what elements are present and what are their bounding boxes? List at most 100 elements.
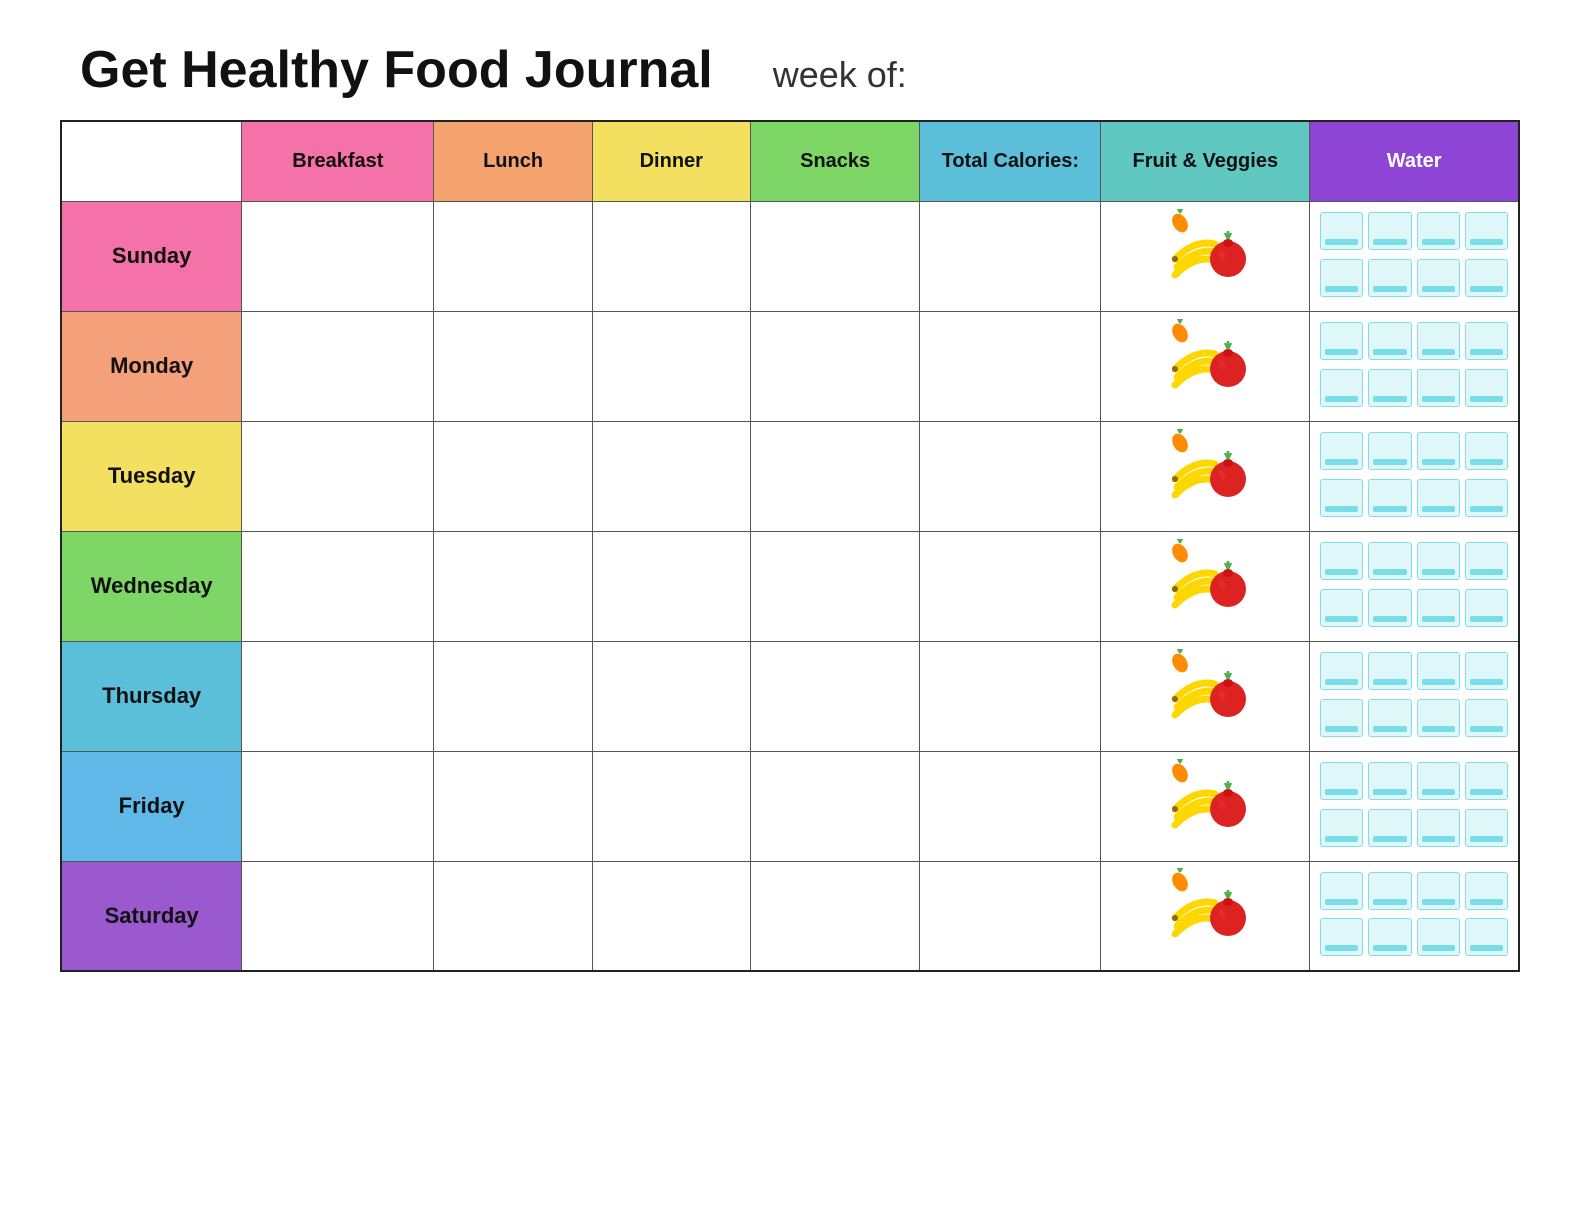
week-of-label: week of: — [773, 54, 907, 96]
breakfast-cell[interactable] — [242, 531, 434, 641]
breakfast-cell[interactable] — [242, 751, 434, 861]
lunch-cell[interactable] — [434, 311, 592, 421]
snacks-cell[interactable] — [750, 421, 920, 531]
breakfast-cell[interactable] — [242, 641, 434, 751]
water-cup[interactable] — [1465, 259, 1508, 297]
water-cup[interactable] — [1368, 809, 1411, 847]
lunch-cell[interactable] — [434, 751, 592, 861]
water-cup[interactable] — [1417, 369, 1460, 407]
calories-cell[interactable] — [920, 531, 1101, 641]
water-cup[interactable] — [1320, 652, 1363, 690]
water-cup[interactable] — [1320, 589, 1363, 627]
dinner-cell[interactable] — [592, 421, 750, 531]
water-cup[interactable] — [1320, 809, 1363, 847]
water-cup[interactable] — [1417, 918, 1460, 956]
snacks-cell[interactable] — [750, 531, 920, 641]
calories-cell[interactable] — [920, 311, 1101, 421]
water-cup[interactable] — [1320, 762, 1363, 800]
water-cup[interactable] — [1465, 762, 1508, 800]
breakfast-cell[interactable] — [242, 421, 434, 531]
water-cup[interactable] — [1417, 542, 1460, 580]
water-cup[interactable] — [1368, 432, 1411, 470]
water-cup[interactable] — [1320, 872, 1363, 910]
water-cup[interactable] — [1368, 259, 1411, 297]
header-row: Breakfast Lunch Dinner Snacks Total Calo… — [61, 121, 1519, 201]
water-cup[interactable] — [1417, 699, 1460, 737]
water-cup[interactable] — [1368, 918, 1411, 956]
water-cup[interactable] — [1320, 432, 1363, 470]
water-cup[interactable] — [1465, 542, 1508, 580]
calories-cell[interactable] — [920, 421, 1101, 531]
breakfast-cell[interactable] — [242, 311, 434, 421]
water-cup[interactable] — [1465, 699, 1508, 737]
water-cup[interactable] — [1368, 212, 1411, 250]
water-cup[interactable] — [1320, 369, 1363, 407]
water-cup[interactable] — [1465, 589, 1508, 627]
lunch-cell[interactable] — [434, 531, 592, 641]
water-cup[interactable] — [1465, 479, 1508, 517]
water-cup[interactable] — [1465, 212, 1508, 250]
water-cup[interactable] — [1417, 762, 1460, 800]
water-cup[interactable] — [1465, 918, 1508, 956]
water-cup[interactable] — [1320, 322, 1363, 360]
calories-cell[interactable] — [920, 641, 1101, 751]
water-cup[interactable] — [1320, 699, 1363, 737]
snacks-cell[interactable] — [750, 641, 920, 751]
snacks-cell[interactable] — [750, 201, 920, 311]
water-cup[interactable] — [1320, 542, 1363, 580]
water-cup[interactable] — [1368, 762, 1411, 800]
fruit-veggie-cell — [1101, 421, 1310, 531]
dinner-cell[interactable] — [592, 641, 750, 751]
water-cup[interactable] — [1465, 369, 1508, 407]
water-cup[interactable] — [1368, 589, 1411, 627]
lunch-cell[interactable] — [434, 861, 592, 971]
water-cup[interactable] — [1320, 918, 1363, 956]
water-cup[interactable] — [1368, 369, 1411, 407]
water-cup[interactable] — [1368, 479, 1411, 517]
snacks-cell[interactable] — [750, 311, 920, 421]
dinner-cell[interactable] — [592, 861, 750, 971]
calories-cell[interactable] — [920, 751, 1101, 861]
water-cup[interactable] — [1417, 872, 1460, 910]
water-cup[interactable] — [1368, 542, 1411, 580]
water-cup[interactable] — [1417, 479, 1460, 517]
breakfast-cell[interactable] — [242, 861, 434, 971]
water-cup[interactable] — [1417, 589, 1460, 627]
calories-cell[interactable] — [920, 861, 1101, 971]
water-cup[interactable] — [1465, 432, 1508, 470]
water-cup[interactable] — [1320, 479, 1363, 517]
dinner-cell[interactable] — [592, 311, 750, 421]
water-cup[interactable] — [1465, 872, 1508, 910]
water-cup[interactable] — [1368, 652, 1411, 690]
lunch-cell[interactable] — [434, 201, 592, 311]
water-cup[interactable] — [1417, 259, 1460, 297]
dinner-cell[interactable] — [592, 751, 750, 861]
calories-cell[interactable] — [920, 201, 1101, 311]
water-cup[interactable] — [1417, 809, 1460, 847]
breakfast-cell[interactable] — [242, 201, 434, 311]
th-snacks: Snacks — [750, 121, 920, 201]
day-cell-friday: Friday — [61, 751, 242, 861]
water-cup[interactable] — [1368, 872, 1411, 910]
water-cup[interactable] — [1320, 212, 1363, 250]
th-fruits: Fruit & Veggies — [1101, 121, 1310, 201]
water-cup[interactable] — [1320, 259, 1363, 297]
water-cup[interactable] — [1465, 652, 1508, 690]
lunch-cell[interactable] — [434, 641, 592, 751]
water-cup[interactable] — [1417, 652, 1460, 690]
snacks-cell[interactable] — [750, 861, 920, 971]
water-cup[interactable] — [1368, 322, 1411, 360]
water-cup[interactable] — [1417, 432, 1460, 470]
water-cup[interactable] — [1417, 212, 1460, 250]
water-cup[interactable] — [1465, 809, 1508, 847]
lunch-cell[interactable] — [434, 421, 592, 531]
snacks-cell[interactable] — [750, 751, 920, 861]
dinner-cell[interactable] — [592, 531, 750, 641]
water-cell — [1310, 861, 1519, 971]
water-cup[interactable] — [1465, 322, 1508, 360]
table-row: Friday — [61, 751, 1519, 861]
fruit-veggie-icons — [1105, 756, 1305, 857]
dinner-cell[interactable] — [592, 201, 750, 311]
water-cup[interactable] — [1417, 322, 1460, 360]
water-cup[interactable] — [1368, 699, 1411, 737]
